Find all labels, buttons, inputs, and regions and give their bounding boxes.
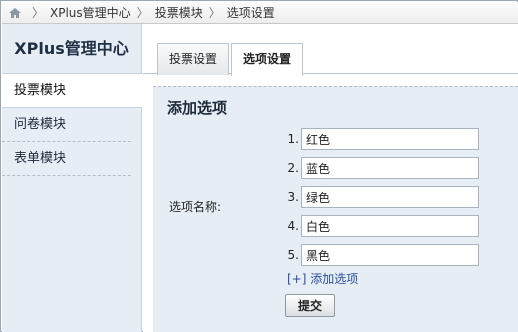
option-number: 2.: [287, 161, 299, 175]
breadcrumb-item-vote-module[interactable]: 投票模块: [155, 4, 203, 21]
panel-title: 添加选项: [167, 99, 228, 117]
breadcrumb-separator: 〉: [32, 6, 45, 20]
sidebar-item-survey-module[interactable]: 问卷模块: [2, 108, 131, 142]
sidebar: XPlus管理中心 投票模块 问卷模块 表单模块: [2, 24, 142, 332]
option-number: 1.: [287, 132, 299, 146]
add-option-link[interactable]: [+] 添加选项: [287, 270, 358, 287]
main-content: 投票设置 选项设置 添加选项 选项名称: 1. 2. 3. 4.: [143, 24, 518, 332]
option-number: 3.: [287, 190, 299, 204]
add-option-panel: 添加选项 选项名称: 1. 2. 3. 4. 5. [+] 添: [153, 86, 518, 332]
option-input-2[interactable]: [301, 157, 479, 179]
submit-button[interactable]: 提交: [285, 294, 335, 317]
option-row: 5.: [287, 244, 479, 266]
option-row: 4.: [287, 215, 479, 237]
sidebar-title: XPlus管理中心: [2, 24, 141, 74]
sidebar-item-form-module[interactable]: 表单模块: [2, 142, 131, 176]
tab-vote-settings[interactable]: 投票设置: [157, 43, 230, 75]
option-number: 4.: [287, 219, 299, 233]
option-input-5[interactable]: [301, 244, 479, 266]
option-input-4[interactable]: [301, 215, 479, 237]
option-row: 1.: [287, 128, 479, 150]
breadcrumb-item-admin-center[interactable]: XPlus管理中心: [50, 4, 131, 21]
tab-option-settings[interactable]: 选项设置: [231, 43, 304, 76]
breadcrumb-item-option-settings: 选项设置: [226, 6, 275, 20]
sidebar-item-vote-module[interactable]: 投票模块: [2, 74, 142, 108]
option-input-1[interactable]: [301, 128, 479, 150]
breadcrumb-separator: 〉: [136, 6, 149, 20]
option-row: 3.: [287, 186, 479, 208]
home-icon[interactable]: [8, 7, 22, 19]
option-number: 5.: [287, 248, 299, 262]
app-window: 〉 XPlus管理中心 〉 投票模块 〉 选项设置 XPlus管理中心 投票模块…: [0, 0, 518, 332]
option-row: 2.: [287, 157, 479, 179]
tab-bar: 投票设置 选项设置: [143, 24, 518, 76]
option-name-label: 选项名称:: [169, 200, 222, 214]
breadcrumb: 〉 XPlus管理中心 〉 投票模块 〉 选项设置: [2, 2, 518, 24]
option-input-3[interactable]: [301, 186, 479, 208]
breadcrumb-separator: 〉: [208, 6, 221, 20]
